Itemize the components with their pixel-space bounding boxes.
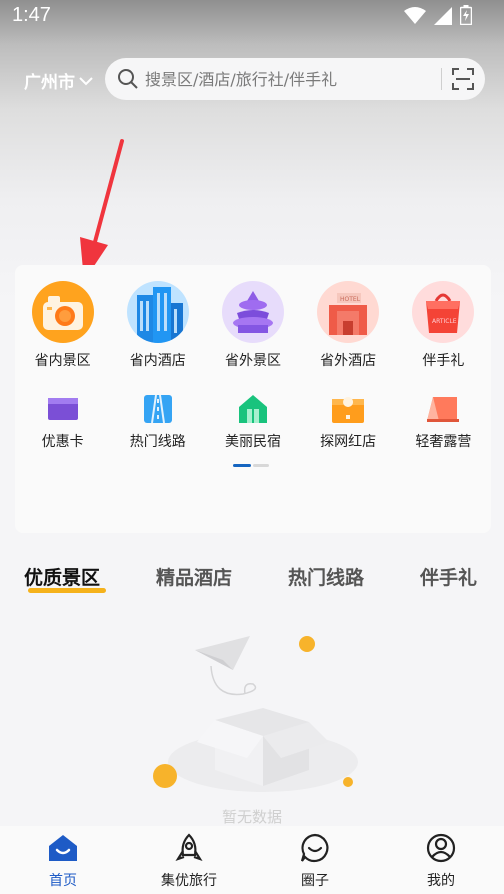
camera-icon [31, 281, 94, 343]
search-icon [117, 68, 139, 90]
category-label: 探网红店 [320, 434, 377, 450]
category-label: 伴手礼 [422, 353, 465, 369]
scan-icon[interactable] [452, 68, 474, 90]
battery-icon [459, 5, 473, 30]
search-input[interactable] [143, 68, 437, 90]
nav-circle[interactable]: 圈子 [252, 826, 378, 894]
tent-icon [425, 393, 461, 425]
category-item-discount-card[interactable]: 优惠卡 [15, 393, 110, 451]
tab-quality-scenic[interactable]: 优质景区 [24, 563, 100, 590]
tab-boutique-hotel[interactable]: 精品酒店 [156, 563, 232, 590]
category-label: 省外景区 [224, 353, 281, 369]
annotation-arrow-icon [80, 139, 124, 281]
category-item-out-province-scenic[interactable]: 省外景区 [205, 281, 300, 370]
user-icon [425, 832, 457, 864]
gift-bag-icon: ARTICLE [412, 281, 475, 343]
category-item-province-scenic[interactable]: 省内景区 [15, 281, 110, 370]
status-time: 1:47 [12, 4, 51, 26]
rocket-icon [173, 832, 205, 864]
header: 广州市 [0, 58, 504, 102]
category-label: 省内酒店 [129, 353, 186, 369]
category-label: 优惠卡 [41, 434, 84, 450]
category-label: 省内景区 [34, 353, 91, 369]
category-label: 省外酒店 [320, 353, 377, 369]
empty-box-illustration-icon [153, 636, 358, 792]
category-item-influencer-shop[interactable]: 探网红店 [301, 393, 396, 451]
road-icon [140, 393, 176, 425]
nav-travel[interactable]: 集优旅行 [126, 826, 252, 894]
house-icon [235, 393, 271, 425]
status-icons [404, 5, 473, 30]
category-row-1: 省内景区 省内酒店 省外景区 HOTEL 省外酒店 ARTICLE 伴手礼 [15, 281, 491, 370]
tab-gifts[interactable]: 伴手礼 [420, 563, 477, 590]
shop-icon [330, 393, 366, 425]
chat-icon [299, 832, 331, 864]
svg-text:ARTICLE: ARTICLE [432, 318, 457, 325]
page-indicator-active [233, 464, 251, 467]
page-indicator-inactive [253, 464, 269, 467]
empty-state-text: 暂无数据 [221, 808, 282, 826]
city-label: 广州市 [24, 73, 75, 93]
nav-mine[interactable]: 我的 [378, 826, 504, 894]
category-item-glamping[interactable]: 轻奢露营 [396, 393, 491, 451]
city-selector[interactable]: 广州市 [24, 68, 93, 93]
card-icon [45, 393, 81, 425]
nav-home[interactable]: 首页 [0, 826, 126, 894]
home-icon [47, 832, 79, 864]
category-item-gift[interactable]: ARTICLE 伴手礼 [396, 281, 491, 370]
nav-label: 首页 [49, 873, 77, 889]
category-label: 轻奢露营 [415, 434, 472, 450]
signal-icon [434, 6, 452, 30]
svg-text:HOTEL: HOTEL [340, 296, 361, 303]
chevron-down-icon [79, 71, 93, 91]
active-tab-underline [28, 588, 106, 593]
content-tabs: 优质景区 精品酒店 热门线路 伴手礼 [0, 560, 504, 600]
tab-hot-routes[interactable]: 热门线路 [288, 563, 364, 590]
nav-label: 我的 [427, 873, 455, 889]
category-item-out-province-hotel[interactable]: HOTEL 省外酒店 [301, 281, 396, 370]
nav-label: 集优旅行 [161, 873, 217, 889]
hotel-icon: HOTEL [317, 281, 380, 343]
category-grid: 省内景区 省内酒店 省外景区 HOTEL 省外酒店 ARTICLE 伴手礼 优惠… [15, 265, 491, 533]
search-bar[interactable] [105, 58, 485, 100]
category-item-homestay[interactable]: 美丽民宿 [205, 393, 300, 451]
temple-icon [221, 281, 284, 343]
bottom-nav: 首页 集优旅行 圈子 我的 [0, 826, 504, 894]
category-row-2: 优惠卡 热门线路 美丽民宿 探网红店 轻奢露营 [15, 393, 491, 451]
category-item-hot-routes[interactable]: 热门线路 [110, 393, 205, 451]
status-bar: 1:47 [0, 0, 504, 32]
buildings-icon [126, 281, 189, 343]
category-label: 热门线路 [129, 434, 186, 450]
nav-label: 圈子 [301, 873, 329, 889]
wifi-icon [404, 6, 426, 30]
page-indicator [233, 464, 269, 467]
category-item-province-hotel[interactable]: 省内酒店 [110, 281, 205, 370]
category-label: 美丽民宿 [224, 434, 281, 450]
search-divider [441, 68, 442, 90]
